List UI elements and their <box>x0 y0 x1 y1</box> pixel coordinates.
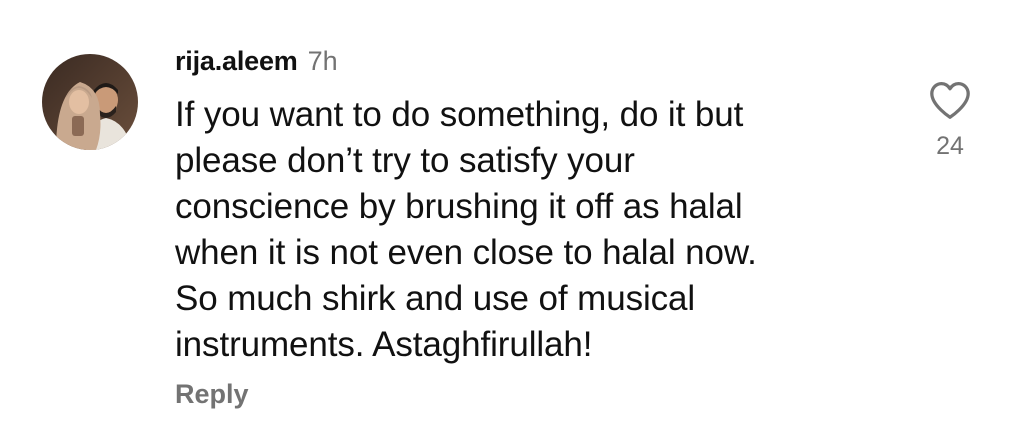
like-control: 24 <box>922 80 978 161</box>
avatar-photo-icon <box>42 54 138 150</box>
comment-body: rija.aleem 7h If you want to do somethin… <box>175 46 895 410</box>
username[interactable]: rija.aleem <box>175 46 298 77</box>
like-count: 24 <box>936 132 964 160</box>
comment-header: rija.aleem 7h <box>175 46 895 86</box>
heart-icon[interactable] <box>928 80 972 120</box>
avatar[interactable] <box>42 54 138 150</box>
comment-text: If you want to do something, do it but p… <box>175 95 757 364</box>
timestamp: 7h <box>307 46 338 76</box>
comment-item: rija.aleem 7h If you want to do somethin… <box>0 0 1024 428</box>
reply-button[interactable]: Reply <box>175 379 895 410</box>
